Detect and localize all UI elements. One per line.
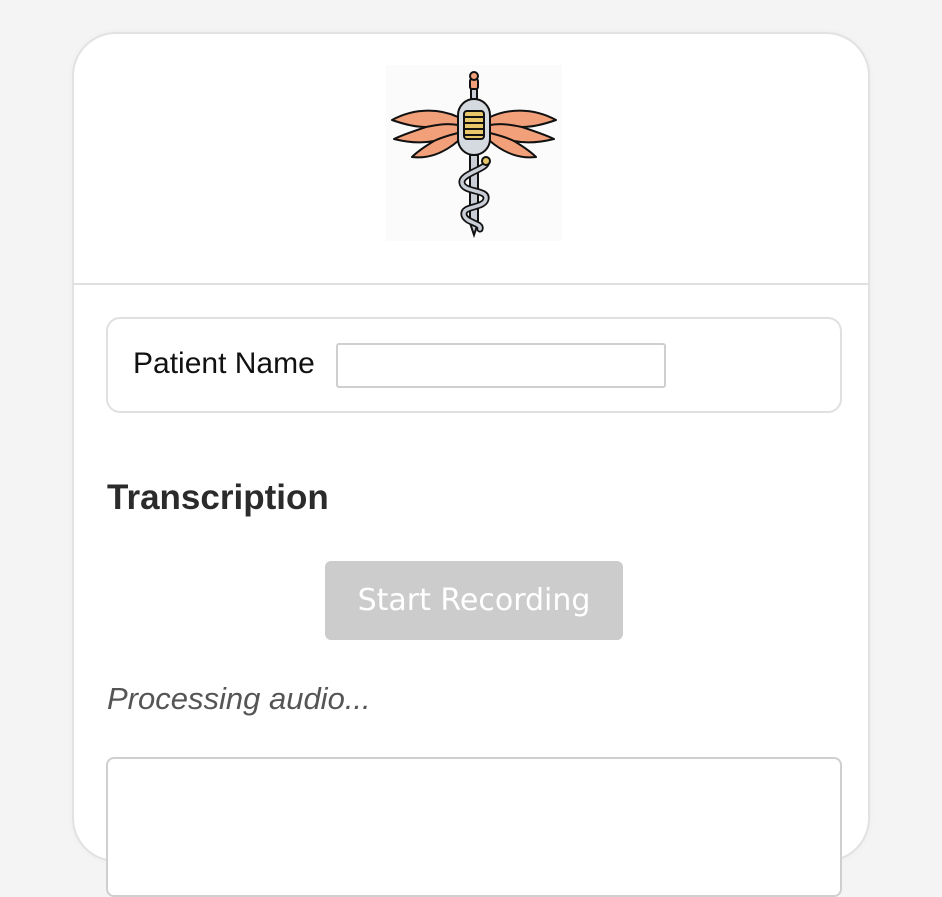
app-card: Patient Name Transcription Start Recordi… [72, 32, 870, 897]
transcription-heading: Transcription [107, 478, 329, 517]
patient-info-panel: Patient Name [106, 317, 842, 413]
transcription-textarea[interactable] [106, 757, 842, 897]
patient-name-label: Patient Name [133, 347, 315, 380]
header [74, 34, 868, 285]
patient-name-input[interactable] [336, 343, 666, 388]
start-recording-button[interactable]: Start Recording [325, 561, 623, 640]
caduceus-microphone-icon [386, 65, 562, 241]
processing-status: Processing audio... [107, 681, 371, 716]
